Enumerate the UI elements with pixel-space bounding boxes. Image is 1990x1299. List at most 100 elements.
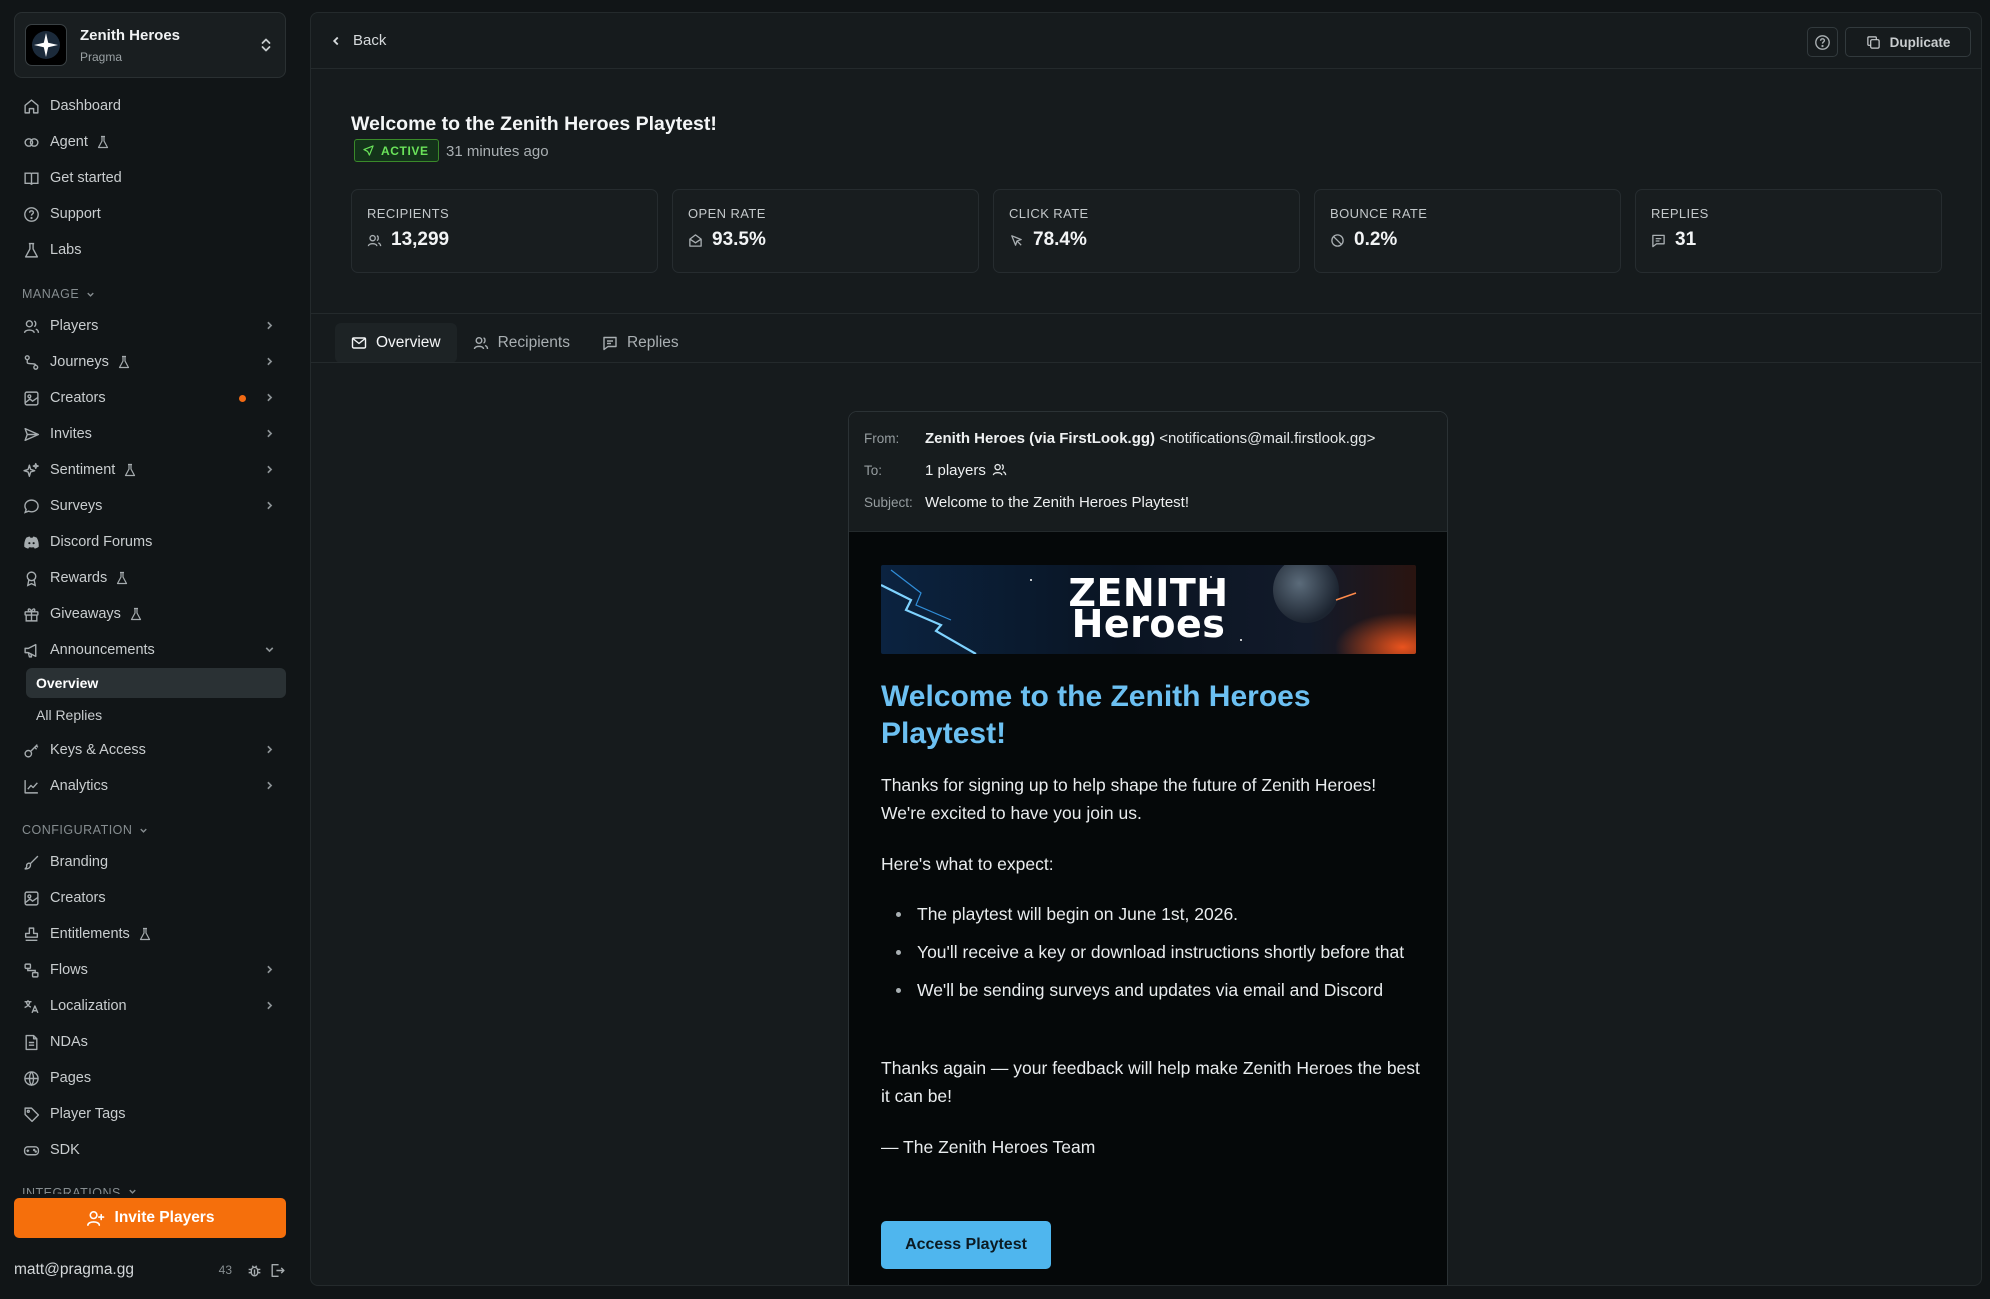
stat-label: RECIPIENTS bbox=[367, 206, 450, 221]
flask-icon bbox=[139, 927, 150, 941]
section-integrations[interactable]: INTEGRATIONS bbox=[22, 1186, 138, 1194]
copy-icon bbox=[1866, 35, 1880, 49]
nav-label: NDAs bbox=[50, 1034, 88, 1050]
nav-journeys[interactable]: Journeys bbox=[14, 346, 286, 378]
stat-card-open-rate: OPEN RATE 93.5% bbox=[672, 189, 979, 273]
key-icon bbox=[24, 743, 39, 758]
send-icon bbox=[363, 145, 374, 156]
from-name: Zenith Heroes (via FirstLook.gg) bbox=[925, 429, 1156, 447]
nav-sdk[interactable]: SDK bbox=[14, 1134, 286, 1166]
back-button[interactable]: Back bbox=[329, 32, 386, 49]
nav-discord-forums[interactable]: Discord Forums bbox=[14, 526, 286, 558]
message-icon bbox=[1652, 234, 1665, 247]
list-item: The playtest will begin on June 1st, 202… bbox=[881, 900, 1421, 928]
nav-pages[interactable]: Pages bbox=[14, 1062, 286, 1094]
nav-branding[interactable]: Branding bbox=[14, 846, 286, 878]
help-circle-icon bbox=[1815, 34, 1830, 50]
status-badge: ACTIVE bbox=[354, 139, 439, 162]
nav-announcements-all-replies[interactable]: All Replies bbox=[26, 700, 286, 730]
nav-entitlements[interactable]: Entitlements bbox=[14, 918, 286, 950]
banner-logo-text: ZENITH Heroes bbox=[881, 574, 1416, 643]
mail-open-icon bbox=[689, 233, 702, 247]
workspace-switcher[interactable]: Zenith Heroes Pragma bbox=[14, 12, 286, 78]
flask-icon bbox=[118, 355, 129, 369]
notification-dot bbox=[239, 395, 246, 402]
nav-label: Branding bbox=[50, 854, 109, 870]
nav-support[interactable]: Support bbox=[14, 198, 286, 230]
tab-overview[interactable]: Overview bbox=[335, 323, 457, 363]
stat-label: OPEN RATE bbox=[688, 206, 766, 221]
invite-players-button[interactable]: Invite Players bbox=[14, 1198, 286, 1238]
stat-value: 78.4% bbox=[1033, 229, 1087, 250]
nav-player-tags[interactable]: Player Tags bbox=[14, 1098, 286, 1130]
nav-sentiment[interactable]: Sentiment bbox=[14, 454, 286, 486]
duplicate-label: Duplicate bbox=[1889, 34, 1951, 50]
section-manage[interactable]: MANAGE bbox=[22, 287, 96, 301]
megaphone-icon bbox=[24, 643, 37, 658]
nav-label: Sentiment bbox=[50, 462, 116, 478]
nav-flows[interactable]: Flows bbox=[14, 954, 286, 986]
tab-label: Overview bbox=[376, 334, 441, 351]
chevron-down-icon bbox=[129, 1189, 136, 1194]
duplicate-button[interactable]: Duplicate bbox=[1845, 27, 1971, 57]
tab-replies[interactable]: Replies bbox=[586, 323, 695, 363]
gamepad-icon bbox=[23, 1145, 40, 1155]
nav-surveys[interactable]: Surveys bbox=[14, 490, 286, 522]
stat-label: CLICK RATE bbox=[1009, 206, 1089, 221]
email-closing: Thanks again — your feedback will help m… bbox=[881, 1058, 1420, 1106]
bug-icon[interactable] bbox=[246, 1262, 263, 1279]
discord-icon bbox=[24, 536, 39, 549]
nav-ndas[interactable]: NDAs bbox=[14, 1026, 286, 1058]
nav-rewards[interactable]: Rewards bbox=[14, 562, 286, 594]
subject-label: Subject: bbox=[864, 494, 913, 510]
tab-recipients[interactable]: Recipients bbox=[457, 323, 586, 363]
divider bbox=[311, 313, 1981, 314]
timestamp: 31 minutes ago bbox=[446, 143, 549, 160]
nav-config-creators[interactable]: Creators bbox=[14, 882, 286, 914]
stat-card-click-rate: CLICK RATE 78.4% bbox=[993, 189, 1300, 273]
nav-invites[interactable]: Invites bbox=[14, 418, 286, 450]
nav-label: Invites bbox=[50, 426, 92, 442]
to-recipients[interactable]: 1 players bbox=[925, 462, 1007, 479]
nav-dashboard[interactable]: Dashboard bbox=[14, 90, 286, 122]
flask-icon bbox=[125, 463, 136, 477]
book-icon bbox=[24, 171, 39, 185]
help-button[interactable] bbox=[1807, 27, 1838, 57]
chart-line-icon bbox=[24, 779, 38, 794]
stats-row: RECIPIENTS 13,299 OPEN RATE 93.5% CLICK … bbox=[351, 189, 1943, 273]
nav-announcements-overview[interactable]: Overview bbox=[26, 668, 286, 698]
email-header: From: Zenith Heroes (via FirstLook.gg) <… bbox=[849, 412, 1447, 532]
nav-announcements[interactable]: Announcements bbox=[14, 634, 286, 666]
nav-localization[interactable]: Localization bbox=[14, 990, 286, 1022]
nav-get-started[interactable]: Get started bbox=[14, 162, 286, 194]
nav-keys-access[interactable]: Keys & Access bbox=[14, 734, 286, 766]
nav-giveaways[interactable]: Giveaways bbox=[14, 598, 286, 630]
nav-agent[interactable]: Agent bbox=[14, 126, 286, 158]
user-count: 43 bbox=[218, 1263, 232, 1277]
section-configuration[interactable]: CONFIGURATION bbox=[22, 823, 149, 837]
file-text-icon bbox=[25, 1034, 38, 1050]
nav-label: Keys & Access bbox=[50, 742, 146, 758]
nav-players[interactable]: Players bbox=[14, 310, 286, 342]
nav-label: Localization bbox=[50, 998, 127, 1014]
image-icon bbox=[24, 890, 39, 906]
logout-icon[interactable] bbox=[269, 1262, 286, 1279]
list-item: We'll be sending surveys and updates via… bbox=[881, 976, 1421, 1004]
nav-creators[interactable]: Creators bbox=[14, 382, 286, 414]
nav-analytics[interactable]: Analytics bbox=[14, 770, 286, 802]
nav-label: Journeys bbox=[50, 354, 109, 370]
tab-label: Recipients bbox=[497, 334, 570, 351]
workflow-icon bbox=[24, 962, 39, 978]
nav-labs[interactable]: Labs bbox=[14, 234, 286, 266]
home-icon bbox=[24, 98, 39, 114]
sparkles-icon bbox=[23, 462, 39, 477]
access-playtest-button[interactable]: Access Playtest bbox=[881, 1221, 1051, 1269]
section-label-text: MANAGE bbox=[22, 287, 80, 301]
to-label: To: bbox=[864, 462, 883, 478]
chevron-right-icon bbox=[267, 429, 273, 438]
nav-label: Agent bbox=[50, 134, 88, 150]
email-preview: From: Zenith Heroes (via FirstLook.gg) <… bbox=[848, 411, 1448, 1285]
flask-icon bbox=[130, 607, 142, 621]
email-intro: Thanks for signing up to help shape the … bbox=[881, 775, 1377, 823]
chevron-left-icon bbox=[332, 36, 339, 45]
